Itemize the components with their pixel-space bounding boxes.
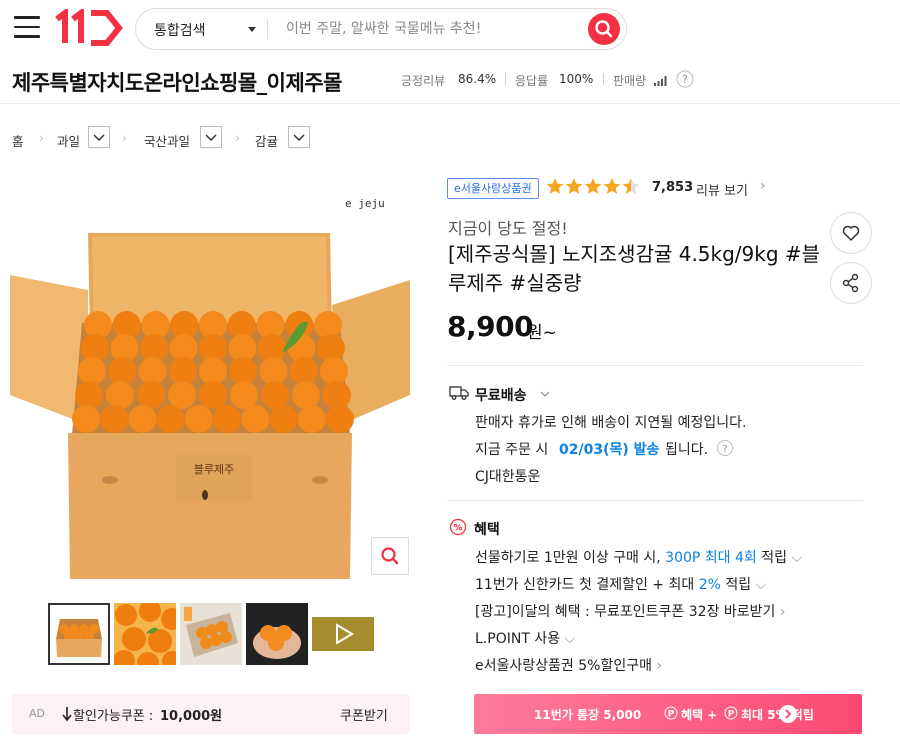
price-unit: 원~ <box>527 323 557 343</box>
svg-text:%: % <box>453 524 462 534</box>
coupon-amount: 10,000원 <box>160 709 223 724</box>
chevron-down-icon <box>205 134 217 142</box>
breadcrumb-item[interactable]: 국산과일 <box>144 131 190 150</box>
positive-review-label: 긍정리뷰 <box>401 74 446 88</box>
heart-icon <box>842 225 860 241</box>
search-input[interactable] <box>286 18 576 40</box>
chevron-down-icon[interactable] <box>539 389 551 399</box>
share-icon <box>842 273 859 293</box>
positive-review-value: 86.4% <box>458 72 497 86</box>
benefits-title: 혜택 <box>474 522 500 538</box>
benefit-item[interactable]: 11번가 신한카드 첫 결제할인 + 최대 2% 적립 ⌵ <box>475 574 766 594</box>
arrow-down-icon <box>62 707 72 722</box>
coupon-text: 할인가능쿠폰 : <box>73 709 154 724</box>
chevron-down-icon <box>93 134 105 142</box>
chevron-right-icon: › <box>39 131 44 145</box>
banner-text: 혜택 + <box>681 708 718 722</box>
breadcrumb-select[interactable] <box>200 126 222 148</box>
breadcrumb-item[interactable]: 과일 <box>57 131 80 150</box>
svg-text:?: ? <box>682 73 688 86</box>
chevron-right-icon: › <box>122 131 127 145</box>
header: 통합검색 <box>0 0 900 58</box>
product-subtitle: 지금이 당도 절정! <box>448 219 568 238</box>
arrow-right-icon <box>779 705 797 723</box>
thumbnail[interactable] <box>48 603 110 665</box>
coupon-bar: AD 할인가능쿠폰 : 10,000원 쿠폰받기 <box>12 694 410 734</box>
point-icon: P <box>664 706 678 720</box>
search-icon <box>381 547 399 565</box>
video-thumbnail[interactable] <box>312 603 374 665</box>
thumbnail[interactable] <box>180 603 242 665</box>
benefit-item[interactable]: e서울사랑상품권 5%할인구매 › <box>475 655 662 675</box>
help-icon[interactable]: ? <box>676 70 694 88</box>
search-button[interactable] <box>588 13 620 45</box>
breadcrumb-home[interactable]: 홈 <box>12 131 24 150</box>
sales-label: 판매량 <box>613 74 647 88</box>
price: 8,900 <box>447 310 534 343</box>
divider <box>603 73 604 85</box>
svg-text:P: P <box>728 710 735 720</box>
benefit-item[interactable]: 선물하기로 1만원 이상 구매 시, 300P 최대 4회 적립 ⌵ <box>475 547 802 567</box>
percent-badge-icon: % <box>449 518 467 536</box>
shipping-notice: 판매자 휴가로 인해 배송이 지연될 예정입니다. <box>475 415 747 431</box>
benefit-item[interactable]: L.POINT 사용 ⌵ <box>475 628 575 648</box>
search-icon <box>595 20 613 38</box>
shipping-order-suffix: 됩니다. <box>665 442 709 458</box>
watermark: e jeju <box>345 197 385 210</box>
divider <box>267 19 268 39</box>
divider <box>447 365 863 366</box>
caret-down-icon[interactable] <box>248 27 256 32</box>
breadcrumb-select[interactable] <box>288 126 310 148</box>
breadcrumb-item[interactable]: 감귤 <box>255 131 278 150</box>
breadcrumb-select[interactable] <box>88 126 110 148</box>
shipping-order-prefix: 지금 주문 시 <box>475 442 549 458</box>
chevron-down-icon <box>293 134 305 142</box>
svg-text:?: ? <box>722 444 727 455</box>
ad-label: AD <box>29 707 45 720</box>
shipping-title: 무료배송 <box>475 388 527 404</box>
carrier: CJ대한통운 <box>475 469 541 485</box>
sales-level-icon <box>654 76 667 86</box>
thumbnail[interactable] <box>114 603 176 665</box>
help-icon[interactable]: ? <box>716 439 734 457</box>
divider <box>505 73 506 85</box>
review-link[interactable]: 리뷰 보기 <box>696 180 748 199</box>
rating-stars <box>546 178 640 194</box>
banner-text: 11번가 통장 5,000 <box>534 708 642 722</box>
search-type-select[interactable]: 통합검색 <box>154 20 206 40</box>
menu-icon[interactable] <box>14 16 40 38</box>
product-title: [제주공식몰] 노지조생감귤 4.5kg/9kg #블루제주 #실중량 <box>448 242 821 295</box>
shipping-date: 02/03(목) 발송 <box>559 442 660 458</box>
chevron-right-icon: › <box>235 131 240 145</box>
svg-text:P: P <box>668 710 675 720</box>
share-button[interactable] <box>830 262 872 304</box>
chevron-right-icon: › <box>760 178 766 194</box>
thumbnail[interactable] <box>246 603 308 665</box>
wishlist-button[interactable] <box>830 212 872 254</box>
benefit-item[interactable]: [광고]이달의 혜택 : 무료포인트쿠폰 32장 바로받기 › <box>475 601 786 621</box>
product-image[interactable]: e jeju 블루제주 <box>10 175 410 585</box>
box-label: 블루제주 <box>194 463 234 476</box>
review-count[interactable]: 7,853 <box>652 180 693 195</box>
seoul-voucher-tag: e서울사랑상품권 <box>447 178 539 199</box>
store-bar: 제주특별자치도온라인쇼핑몰_이제주몰 긍정리뷰 86.4% 응답률 100% 판… <box>0 58 900 104</box>
11st-logo[interactable] <box>55 7 125 51</box>
store-name[interactable]: 제주특별자치도온라인쇼핑몰_이제주몰 <box>12 67 342 97</box>
response-label: 응답률 <box>515 74 549 88</box>
divider <box>447 500 863 501</box>
coupon-download-button[interactable]: 쿠폰받기 <box>340 705 388 724</box>
point-icon: P <box>724 706 738 720</box>
zoom-button[interactable] <box>371 537 409 575</box>
pay-benefit-banner[interactable]: 11번가 통장 5,000 P 혜택 + P 최대 5% 적립 <box>474 694 862 734</box>
response-value: 100% <box>559 72 594 86</box>
search-bar: 통합검색 <box>135 8 627 50</box>
truck-icon <box>449 386 469 400</box>
